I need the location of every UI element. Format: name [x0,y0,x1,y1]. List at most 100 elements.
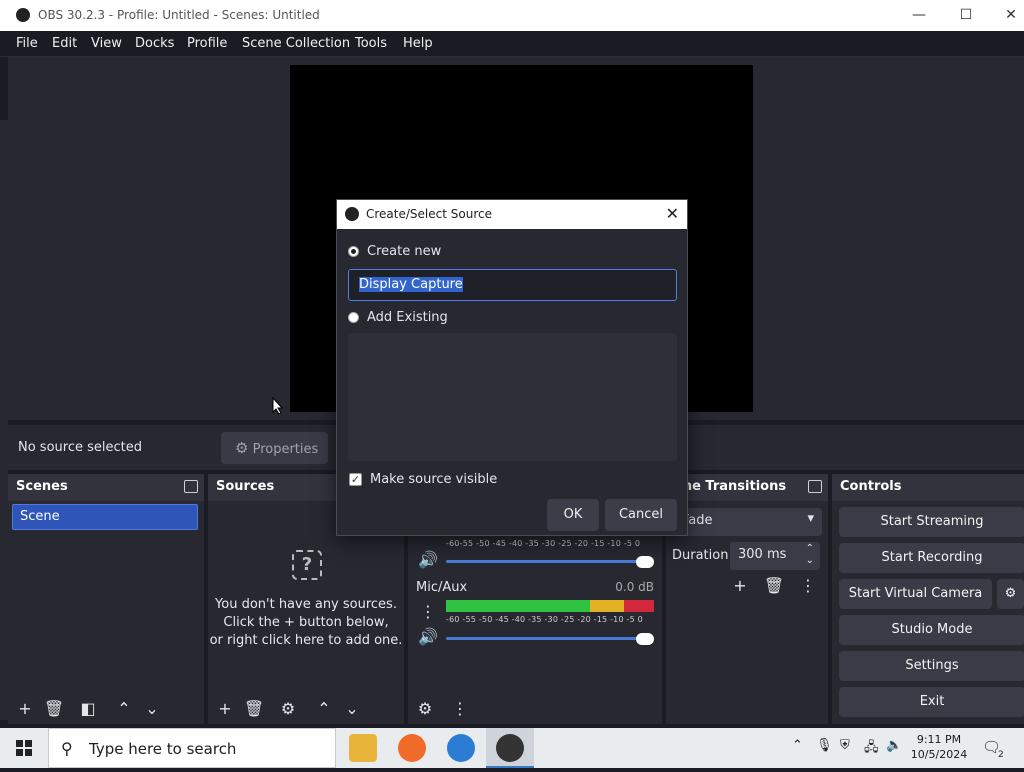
exit-button[interactable]: Exit [839,687,1024,717]
meter-red-segment [624,600,654,612]
maximize-button[interactable]: ☐ [943,0,989,31]
dialog-obs-logo-icon [345,207,359,221]
sources-toolbar: + 🗑 ⚙ ⌃ ⌄ [208,694,404,724]
mute-icon[interactable]: 🔊 [416,625,440,649]
search-icon: ⚲ [61,739,73,758]
source-down-icon[interactable]: ⌄ [340,697,364,721]
search-placeholder: Type here to search [89,740,237,758]
microphone-icon[interactable]: 🎙 [816,738,833,753]
studio-mode-button[interactable]: Studio Mode [839,615,1024,645]
track-db: 0.0 dB [615,580,654,594]
taskbar-search[interactable]: ⚲ Type here to search [48,728,336,768]
volume-knob-2[interactable] [636,633,654,645]
create-new-radio[interactable] [348,246,359,257]
duration-input[interactable]: 300 ms ⌃ ⌄ [730,542,820,570]
mouse-cursor-icon [272,397,284,415]
remove-scene-icon[interactable]: 🗑 [42,697,66,721]
volume-icon[interactable]: 🔊 [416,548,440,572]
meter-ticks-2: -60 -55 -50 -45 -40 -35 -30 -25 -20 -15 … [446,615,643,624]
spin-icon[interactable]: ⌃ ⌄ [806,543,814,567]
obs-taskbar-item[interactable] [486,728,534,768]
start-recording-button[interactable]: Start Recording [839,543,1024,573]
question-icon: ? [292,550,322,580]
scene-list-item[interactable]: Scene [12,504,198,530]
security-icon[interactable]: ⛨ [840,738,850,753]
source-up-icon[interactable]: ⌃ [312,697,336,721]
make-visible-label[interactable]: Make source visible [370,472,497,487]
menu-profile[interactable]: Profile [187,36,227,51]
audio-meter [446,600,654,612]
volume-slider-1[interactable] [446,560,652,563]
ok-button[interactable]: OK [547,499,599,531]
empty-sources-message: You don't have any sources. Click the + … [208,596,404,650]
transitions-undock-icon[interactable] [808,480,822,493]
remove-source-icon[interactable]: 🗑 [242,697,266,721]
notification-count: 2 [998,750,1004,760]
obs-logo-icon [16,8,30,22]
create-new-label[interactable]: Create new [367,244,441,259]
clock-time: 9:11 PM [916,733,962,746]
add-existing-radio[interactable] [348,312,359,323]
virtual-camera-settings-icon[interactable]: ⚙ [997,579,1024,609]
add-transition-icon[interactable]: + [728,574,752,598]
chrome-icon[interactable] [447,734,475,762]
advanced-audio-icon[interactable]: ⚙ [413,697,437,721]
controls-title: Controls [840,479,902,494]
chevron-up-icon[interactable]: ⌃ [792,738,803,753]
close-button[interactable]: ✕ [988,0,1024,31]
duration-label: Duration [672,548,729,563]
settings-button[interactable]: Settings [839,651,1024,681]
menu-bar: File Edit View Docks Profile Scene Colle… [0,31,1024,57]
transition-select[interactable]: Fade ▾ [672,508,822,536]
filters-icon[interactable]: ◧ [76,697,100,721]
track-name: Mic/Aux [416,580,468,595]
transitions-title: ene Transitions [674,479,787,494]
controls-dock: Controls Start Streaming Start Recording… [832,474,1024,724]
cancel-button[interactable]: Cancel [605,499,677,531]
start-virtual-camera-button[interactable]: Start Virtual Camera [839,579,992,609]
start-streaming-button[interactable]: Start Streaming [839,507,1024,537]
volume-slider-2[interactable] [446,637,652,640]
properties-button[interactable]: ⚙ Properties [221,432,328,464]
speaker-icon[interactable]: 🔈 [886,738,902,753]
make-visible-checkbox[interactable]: ✓ [349,473,362,486]
dialog-close-icon[interactable]: ✕ [666,204,679,223]
sources-title: Sources [216,479,275,494]
clock[interactable]: 9:11 PM 10/5/2024 [904,732,974,762]
file-explorer-icon[interactable] [349,734,377,762]
menu-scene-collection[interactable]: Scene Collection [242,36,350,51]
firefox-icon[interactable] [398,734,426,762]
minimize-button[interactable]: — [896,0,942,31]
undock-icon[interactable] [184,480,198,493]
existing-sources-list[interactable] [348,333,677,461]
source-name-value: Display Capture [359,277,463,292]
window-title: OBS 30.2.3 - Profile: Untitled - Scenes:… [38,8,320,22]
menu-edit[interactable]: Edit [52,36,77,51]
move-up-icon[interactable]: ⌃ [112,697,136,721]
menu-help[interactable]: Help [403,36,433,51]
menu-view[interactable]: View [91,36,122,51]
transition-menu-icon[interactable]: ⋮ [796,574,820,598]
move-down-icon[interactable]: ⌄ [140,697,164,721]
scenes-title: Scenes [16,479,68,494]
mixer-menu-icon[interactable]: ⋮ [448,697,472,721]
volume-knob-1[interactable] [636,556,654,568]
remove-transition-icon[interactable]: 🗑 [762,574,786,598]
start-button[interactable] [0,728,48,768]
source-name-input[interactable]: Display Capture [348,269,677,301]
network-icon[interactable]: 🖧 [864,738,879,760]
left-edge [0,120,8,720]
no-source-label: No source selected [18,440,142,455]
scenes-header: Scenes [8,474,204,501]
menu-docks[interactable]: Docks [135,36,174,51]
add-existing-label[interactable]: Add Existing [367,310,448,325]
menu-file[interactable]: File [16,36,38,51]
menu-tools[interactable]: Tools [355,36,387,51]
track-menu-icon[interactable]: ⋮ [416,600,440,624]
transitions-dock: ene Transitions Fade ▾ Duration 300 ms ⌃… [666,474,828,724]
add-source-icon[interactable]: + [213,697,237,721]
dialog-titlebar: Create/Select Source ✕ [337,200,687,229]
title-bar: OBS 30.2.3 - Profile: Untitled - Scenes:… [0,0,1024,31]
add-scene-icon[interactable]: + [13,697,37,721]
source-properties-icon[interactable]: ⚙ [276,697,300,721]
